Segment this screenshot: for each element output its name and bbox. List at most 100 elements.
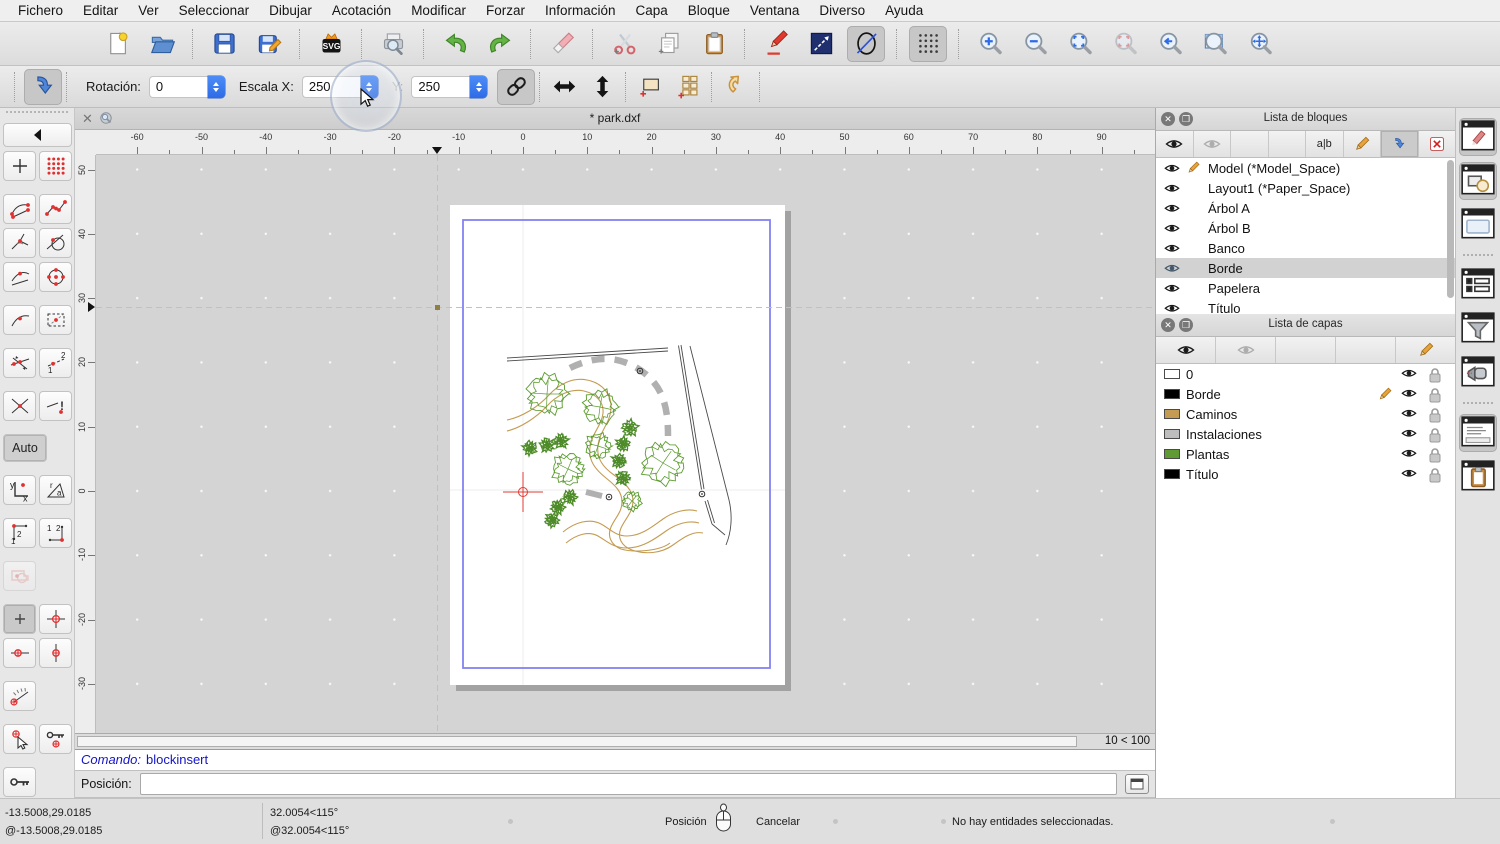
layer-visibility-eye-icon[interactable] bbox=[1401, 427, 1417, 441]
layer-lock-icon[interactable] bbox=[1427, 447, 1443, 461]
menu-bloque[interactable]: Bloque bbox=[678, 0, 740, 22]
snap-tangential-button[interactable] bbox=[39, 228, 72, 258]
snap-perpendicular-button[interactable] bbox=[3, 228, 36, 258]
block-visibility-eye-icon[interactable] bbox=[1164, 202, 1180, 215]
menu-informacion[interactable]: Información bbox=[535, 0, 626, 22]
toggle-library-browser-button[interactable] bbox=[1459, 162, 1497, 200]
coord-cartesian-button[interactable]: yx bbox=[3, 475, 36, 505]
coord-polar-button[interactable]: ra bbox=[39, 475, 72, 505]
remove-block-button[interactable] bbox=[1269, 131, 1307, 157]
block-insert-tool-button[interactable] bbox=[24, 69, 62, 105]
toggle-clipboard-button[interactable] bbox=[1459, 458, 1497, 496]
snap-distance-button[interactable]: 12 bbox=[39, 348, 72, 378]
rotation-stepper[interactable] bbox=[208, 76, 225, 98]
snap-middle-button[interactable] bbox=[3, 305, 36, 335]
open-file-button[interactable] bbox=[143, 26, 181, 62]
block-row[interactable]: Borde bbox=[1156, 258, 1455, 278]
delete-button[interactable] bbox=[543, 26, 581, 62]
layer-lock-icon[interactable] bbox=[1427, 387, 1443, 401]
block-visibility-eye-icon[interactable] bbox=[1164, 242, 1180, 255]
link-scales-button[interactable] bbox=[497, 69, 535, 105]
block-row[interactable]: Título bbox=[1156, 298, 1455, 314]
zoom-window-button[interactable] bbox=[1196, 26, 1234, 62]
back-button[interactable] bbox=[3, 123, 72, 147]
rotation-spinner[interactable] bbox=[149, 76, 225, 98]
edit-layer-button[interactable] bbox=[1396, 337, 1455, 363]
save-button[interactable] bbox=[205, 26, 243, 62]
block-row[interactable]: Model (*Model_Space) bbox=[1156, 158, 1455, 178]
layer-visibility-eye-icon[interactable] bbox=[1401, 447, 1417, 461]
add-layer-button[interactable] bbox=[1276, 337, 1336, 363]
unlock-relative-zero-button[interactable] bbox=[3, 767, 36, 797]
angle-reference-button[interactable] bbox=[3, 681, 36, 711]
snap-free-button[interactable] bbox=[3, 151, 36, 181]
block-list-scrollbar[interactable] bbox=[1447, 160, 1454, 298]
close-block-list-icon[interactable]: ✕ bbox=[1161, 112, 1175, 126]
menu-forzar[interactable]: Forzar bbox=[476, 0, 535, 22]
zoom-selection-button[interactable] bbox=[1106, 26, 1144, 62]
snap-intersection-button[interactable] bbox=[3, 391, 36, 421]
add-block-button[interactable] bbox=[1231, 131, 1269, 157]
grid-toggle-button[interactable] bbox=[909, 26, 947, 62]
zoom-pan-button[interactable] bbox=[1241, 26, 1279, 62]
cut-button[interactable] bbox=[605, 26, 643, 62]
menu-seleccionar[interactable]: Seleccionar bbox=[169, 0, 260, 22]
toggle-selection-window-button[interactable] bbox=[1459, 206, 1497, 244]
close-layer-list-icon[interactable]: ✕ bbox=[1161, 318, 1175, 332]
scale-y-stepper[interactable] bbox=[470, 76, 487, 98]
draw-freehand-button[interactable] bbox=[757, 26, 795, 62]
block-visibility-eye-icon[interactable] bbox=[1164, 302, 1180, 315]
relative-zero-v-button[interactable] bbox=[39, 638, 72, 668]
block-row[interactable]: Árbol B bbox=[1156, 218, 1455, 238]
command-line[interactable]: Comando:blockinsert bbox=[75, 749, 1155, 771]
new-file-button[interactable] bbox=[98, 26, 136, 62]
toggle-command-trigger-button[interactable] bbox=[1459, 354, 1497, 392]
layer-visibility-eye-icon[interactable] bbox=[1401, 407, 1417, 421]
delete-block-button[interactable] bbox=[1419, 131, 1456, 157]
copy-button[interactable] bbox=[650, 26, 688, 62]
menu-editar[interactable]: Editar bbox=[73, 0, 128, 22]
layer-row[interactable]: Plantas bbox=[1156, 444, 1455, 464]
scale-y-spinner[interactable] bbox=[411, 76, 487, 98]
corner-order-a-button[interactable]: 21 bbox=[3, 518, 36, 548]
layer-lock-icon[interactable] bbox=[1427, 467, 1443, 481]
layer-row[interactable]: Caminos bbox=[1156, 404, 1455, 424]
lock-relative-zero-button[interactable] bbox=[39, 724, 72, 754]
menu-fichero[interactable]: Fichero bbox=[8, 0, 73, 22]
snap-on-entity-button[interactable] bbox=[39, 194, 72, 224]
show-all-layers-button[interactable] bbox=[1156, 337, 1216, 363]
layer-row[interactable]: Borde bbox=[1156, 384, 1455, 404]
rename-block-button[interactable]: a|b bbox=[1306, 131, 1344, 157]
shape-tool-button[interactable] bbox=[3, 561, 36, 591]
block-row[interactable]: Banco bbox=[1156, 238, 1455, 258]
snap-grid-button[interactable] bbox=[39, 151, 72, 181]
layer-lock-icon[interactable] bbox=[1427, 407, 1443, 421]
zoom-auto-button[interactable] bbox=[1061, 26, 1099, 62]
menu-capa[interactable]: Capa bbox=[626, 0, 678, 22]
toggle-block-list-button[interactable] bbox=[1459, 266, 1497, 304]
menu-modificar[interactable]: Modificar bbox=[401, 0, 476, 22]
layer-visibility-eye-icon[interactable] bbox=[1401, 387, 1417, 401]
snap-entity-box-button[interactable] bbox=[39, 305, 72, 335]
draw-line-button[interactable] bbox=[802, 26, 840, 62]
block-visibility-eye-icon[interactable] bbox=[1164, 222, 1180, 235]
toggle-property-editor-button[interactable] bbox=[1459, 118, 1497, 156]
insert-block-button[interactable] bbox=[1381, 131, 1419, 157]
panel-grip[interactable] bbox=[6, 111, 68, 121]
set-relative-zero-button[interactable] bbox=[39, 604, 72, 634]
relative-zero-plus-button[interactable] bbox=[3, 604, 36, 634]
zoom-in-button[interactable] bbox=[971, 26, 1009, 62]
menu-ayuda[interactable]: Ayuda bbox=[875, 0, 933, 22]
snap-center-button[interactable] bbox=[39, 262, 72, 292]
hide-all-layers-button[interactable] bbox=[1216, 337, 1276, 363]
menu-diverso[interactable]: Diverso bbox=[809, 0, 875, 22]
toggle-command-history-button[interactable] bbox=[1459, 414, 1497, 452]
block-visibility-eye-icon[interactable] bbox=[1164, 162, 1180, 175]
relative-zero-h-button[interactable] bbox=[3, 638, 36, 668]
svg-export-button[interactable]: SVG bbox=[312, 26, 350, 62]
redo-button[interactable] bbox=[481, 26, 519, 62]
undo-button[interactable] bbox=[436, 26, 474, 62]
layer-lock-icon[interactable] bbox=[1427, 367, 1443, 381]
show-all-blocks-button[interactable] bbox=[1156, 131, 1194, 157]
zoom-previous-button[interactable] bbox=[1151, 26, 1189, 62]
